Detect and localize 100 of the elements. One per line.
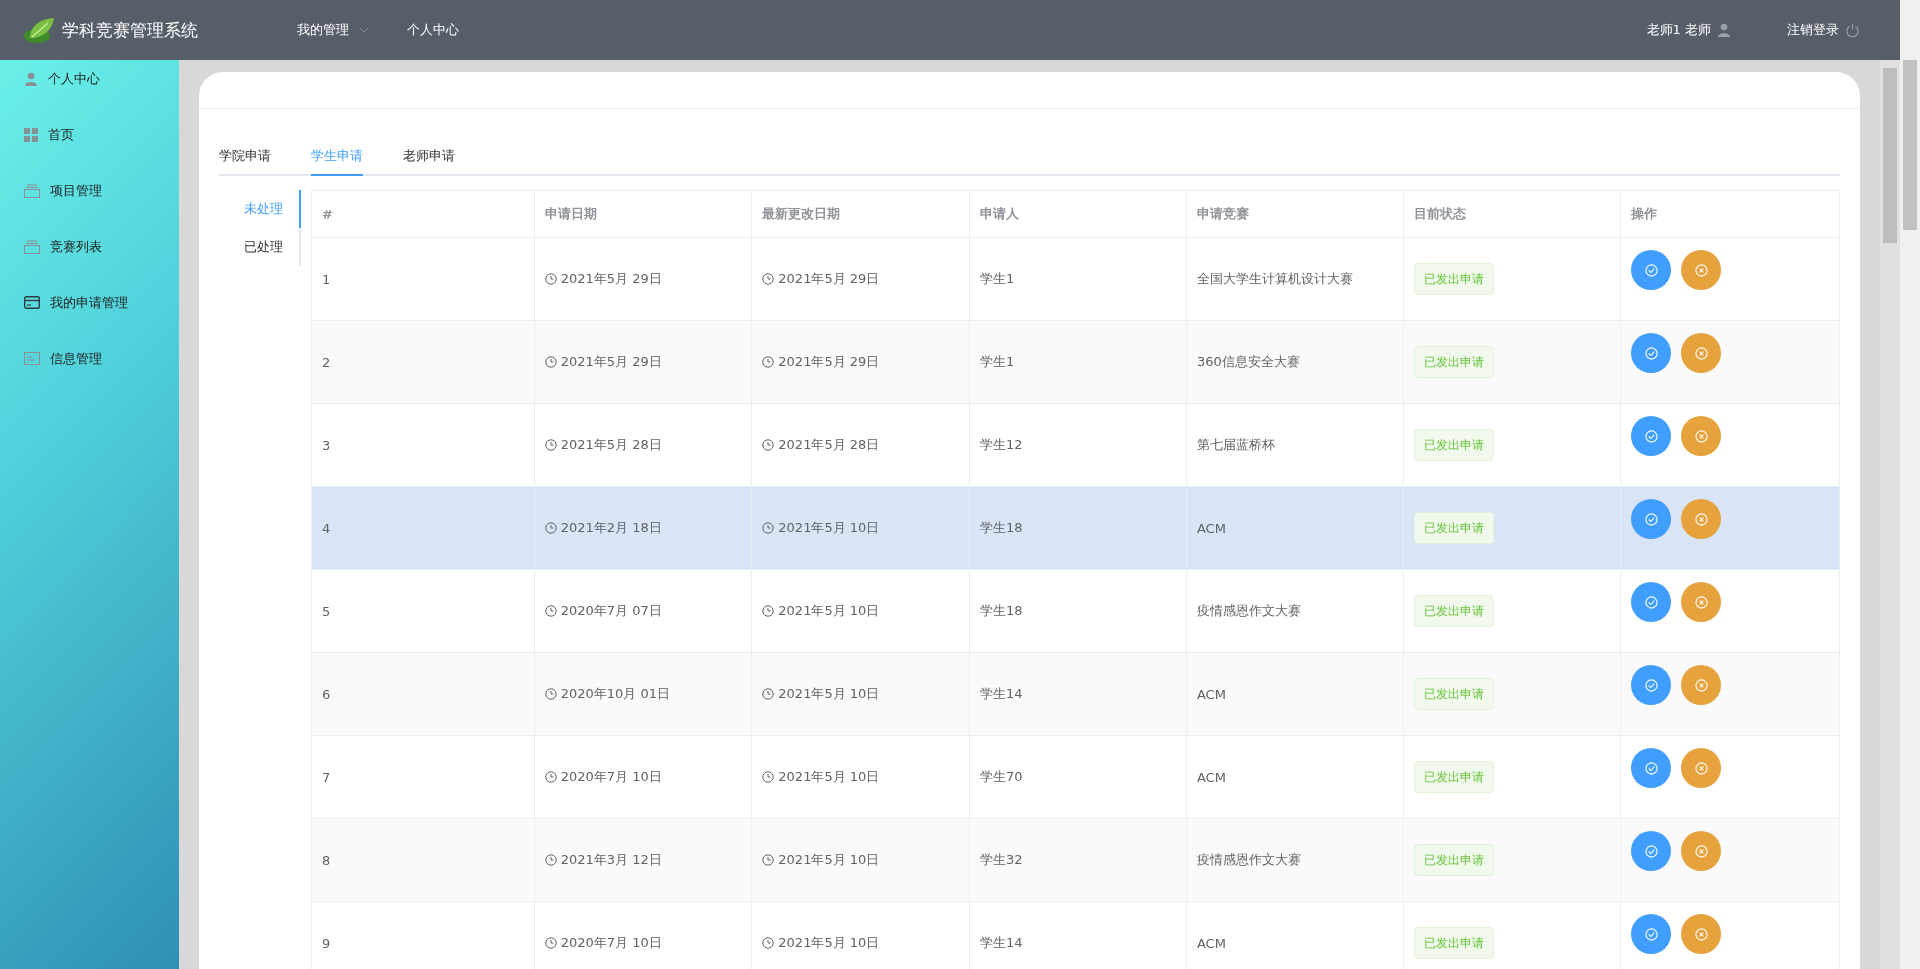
column-header: 目前状态 <box>1403 190 1621 238</box>
check-circle-icon <box>1644 512 1658 526</box>
table-cell: 学生32 <box>969 818 1187 902</box>
power-icon[interactable] <box>1845 22 1860 38</box>
reject-button[interactable] <box>1681 665 1722 705</box>
clock-icon <box>544 688 557 700</box>
date-text: 2021年5月 29日 <box>778 353 880 371</box>
column-header: 申请日期 <box>534 190 752 238</box>
nav-menu-item[interactable]: 个人中心 <box>407 21 459 39</box>
reject-button[interactable] <box>1681 333 1722 373</box>
approve-button[interactable] <box>1631 665 1672 705</box>
table-row[interactable]: 2 2021年5月 29日 2021年5月 29日 学生1 360信息安全大赛 已发出申请 <box>311 320 1840 404</box>
card-icon <box>24 296 40 309</box>
table-row[interactable]: 6 2020年10月 01日 2021年5月 10日 学生14 ACM 已发出申请 <box>311 652 1840 736</box>
status-tag: 已发出申请 <box>1414 927 1495 959</box>
approve-button[interactable] <box>1631 914 1672 954</box>
sidebar-item[interactable]: 竞赛列表 <box>0 238 179 294</box>
check-circle-icon <box>1644 429 1658 443</box>
clock-icon <box>762 273 775 285</box>
clock-icon <box>762 688 775 700</box>
approve-button[interactable] <box>1631 250 1672 290</box>
date-text: 2021年5月 10日 <box>778 602 880 620</box>
reject-button[interactable] <box>1681 748 1722 788</box>
clock-icon <box>544 605 557 617</box>
side-tab[interactable]: 已处理 <box>244 228 301 266</box>
nav-menu-item[interactable]: 我的管理 <box>297 21 369 39</box>
tray-icon <box>24 240 40 254</box>
clock-icon <box>762 522 775 534</box>
window-scrollbar[interactable] <box>1900 0 1920 969</box>
table-row[interactable]: 4 2021年2月 18日 2021年5月 10日 学生18 ACM 已发出申请 <box>311 486 1840 570</box>
table-cell: 3 <box>311 403 535 487</box>
table-cell: 学生70 <box>969 735 1187 819</box>
x-circle-icon <box>1694 678 1708 692</box>
sidebar-item[interactable]: 个人中心 <box>0 70 179 126</box>
column-header: 操作 <box>1620 190 1840 238</box>
x-circle-icon <box>1694 429 1708 443</box>
check-circle-icon <box>1644 678 1658 692</box>
scrollbar[interactable] <box>1880 60 1900 969</box>
logout-link[interactable]: 注销登录 <box>1787 21 1839 39</box>
x-circle-icon <box>1694 761 1708 775</box>
table-cell: 全国大学生计算机设计大赛 <box>1186 237 1404 321</box>
clock-icon <box>762 771 775 783</box>
table-cell: 第七届蓝桥杯 <box>1186 403 1404 487</box>
tab[interactable]: 学院申请 <box>219 137 271 176</box>
status-tag: 已发出申请 <box>1414 595 1495 627</box>
check-circle-icon <box>1644 761 1658 775</box>
status-tag: 已发出申请 <box>1414 263 1495 295</box>
table-row[interactable]: 9 2020年7月 10日 2021年5月 10日 学生14 ACM 已发出申请 <box>311 901 1840 969</box>
approve-button[interactable] <box>1631 416 1672 456</box>
column-header: 最新更改日期 <box>751 190 970 238</box>
approve-button[interactable] <box>1631 582 1672 622</box>
table-row[interactable]: 1 2021年5月 29日 2021年5月 29日 学生1 全国大学生计算机设计大赛 已发出申请 <box>311 237 1840 321</box>
date-text: 2020年7月 10日 <box>560 934 662 952</box>
table-cell: 7 <box>311 735 535 819</box>
table-cell: 8 <box>311 818 535 902</box>
user-icon <box>1717 23 1731 37</box>
reject-button[interactable] <box>1681 831 1722 871</box>
column-header: 申请竞赛 <box>1186 190 1404 238</box>
table-cell: 9 <box>311 901 535 969</box>
date-text: 2021年2月 18日 <box>560 519 662 537</box>
date-text: 2020年10月 01日 <box>560 685 670 703</box>
tab[interactable]: 老师申请 <box>403 137 455 176</box>
clock-icon <box>762 605 775 617</box>
sidebar-item[interactable]: 我的申请管理 <box>0 294 179 350</box>
date-text: 2021年5月 10日 <box>778 934 880 952</box>
clock-icon <box>762 937 775 949</box>
clock-icon <box>544 522 557 534</box>
reject-button[interactable] <box>1681 582 1722 622</box>
reject-button[interactable] <box>1681 250 1722 290</box>
sidebar-item[interactable]: 信息管理 <box>0 350 179 406</box>
table-cell: 学生18 <box>969 569 1187 653</box>
x-circle-icon <box>1694 927 1708 941</box>
check-circle-icon <box>1644 927 1658 941</box>
app-title: 学科竞赛管理系统 <box>62 18 198 42</box>
sidebar-item[interactable]: 项目管理 <box>0 182 179 238</box>
table-cell: ACM <box>1186 486 1404 570</box>
approve-button[interactable] <box>1631 499 1672 539</box>
clock-icon <box>762 439 775 451</box>
sidebar-item[interactable]: 首页 <box>0 126 179 182</box>
table-row[interactable]: 8 2021年3月 12日 2021年5月 10日 学生32 疫情感恩作文大赛 已发出申请 <box>311 818 1840 902</box>
reject-button[interactable] <box>1681 499 1722 539</box>
approve-button[interactable] <box>1631 831 1672 871</box>
person-icon <box>24 72 38 86</box>
check-circle-icon <box>1644 346 1658 360</box>
date-text: 2021年5月 28日 <box>778 436 880 454</box>
reject-button[interactable] <box>1681 914 1722 954</box>
clock-icon <box>544 937 557 949</box>
table-cell: 学生18 <box>969 486 1187 570</box>
date-text: 2021年5月 28日 <box>560 436 662 454</box>
approve-button[interactable] <box>1631 748 1672 788</box>
table-cell: 5 <box>311 569 535 653</box>
table-row[interactable]: 7 2020年7月 10日 2021年5月 10日 学生70 ACM 已发出申请 <box>311 735 1840 819</box>
tray-icon <box>24 184 40 198</box>
table-row[interactable]: 3 2021年5月 28日 2021年5月 28日 学生12 第七届蓝桥杯 已发出申请 <box>311 403 1840 487</box>
approve-button[interactable] <box>1631 333 1672 373</box>
table-cell: 2 <box>311 320 535 404</box>
leaf-logo-icon <box>22 16 56 44</box>
table-row[interactable]: 5 2020年7月 07日 2021年5月 10日 学生18 疫情感恩作文大赛 已发出申请 <box>311 569 1840 653</box>
status-tag: 已发出申请 <box>1414 761 1495 793</box>
reject-button[interactable] <box>1681 416 1722 456</box>
